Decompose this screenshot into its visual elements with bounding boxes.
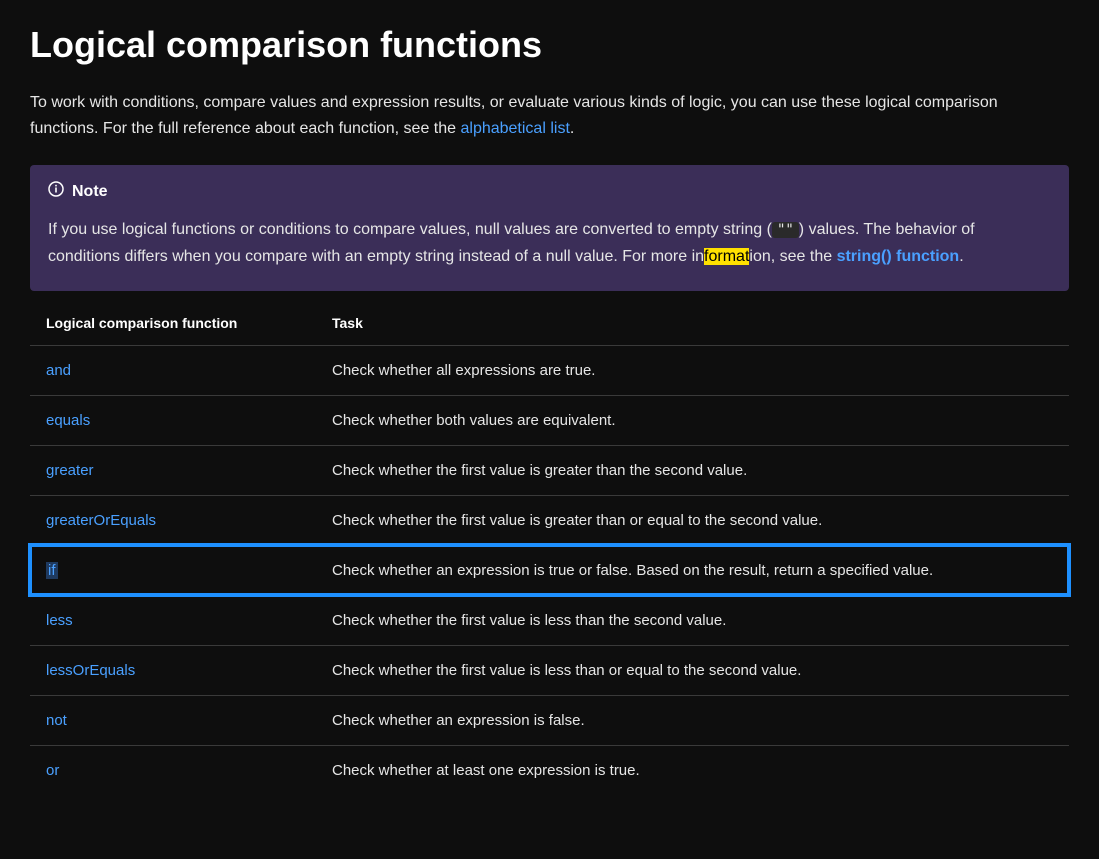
fn-link[interactable]: less [46, 612, 73, 629]
table-row: greaterOrEquals Check whether the first v… [30, 495, 1069, 545]
fn-cell: or [30, 745, 316, 795]
table-row: greater Check whether the first value is … [30, 445, 1069, 495]
table-row: lessOrEquals Check whether the first valu… [30, 645, 1069, 695]
note-body-part1: If you use logical functions or conditio… [48, 221, 772, 238]
fn-cell: if [30, 545, 316, 595]
fn-cell: lessOrEquals [30, 645, 316, 695]
task-cell: Check whether the first value is less th… [316, 595, 1069, 645]
fn-link[interactable]: or [46, 762, 59, 779]
task-cell: Check whether the first value is less th… [316, 645, 1069, 695]
note-body-part4: . [959, 248, 963, 265]
fn-link[interactable]: greater [46, 462, 94, 479]
table-row: and Check whether all expressions are tru… [30, 345, 1069, 395]
note-body-part3: ion, see the [749, 248, 836, 265]
table-row: equals Check whether both values are equi… [30, 395, 1069, 445]
task-cell: Check whether at least one expression is… [316, 745, 1069, 795]
task-cell: Check whether all expressions are true. [316, 345, 1069, 395]
intro-text-after: . [570, 120, 574, 137]
info-icon [48, 181, 72, 202]
note-header: Note [48, 181, 1051, 202]
fn-cell: and [30, 345, 316, 395]
th-function: Logical comparison function [30, 301, 316, 346]
task-cell: Check whether the first value is greater… [316, 495, 1069, 545]
code-chip-empty-string: "" [772, 222, 799, 238]
note-callout: Note If you use logical functions or con… [30, 165, 1069, 290]
th-task: Task [316, 301, 1069, 346]
fn-cell: greaterOrEquals [30, 495, 316, 545]
functions-table: Logical comparison function Task and Chec… [30, 301, 1069, 795]
task-cell: Check whether an expression is false. [316, 695, 1069, 745]
fn-cell: greater [30, 445, 316, 495]
fn-link[interactable]: equals [46, 412, 90, 429]
fn-link[interactable]: not [46, 712, 67, 729]
table-row: or Check whether at least one expression … [30, 745, 1069, 795]
table-row: not Check whether an expression is false. [30, 695, 1069, 745]
alphabetical-list-link[interactable]: alphabetical list [460, 120, 569, 137]
fn-link[interactable]: and [46, 362, 71, 379]
task-cell: Check whether an expression is true or f… [316, 545, 1069, 595]
fn-link[interactable]: lessOrEquals [46, 662, 135, 679]
fn-cell: not [30, 695, 316, 745]
note-body: If you use logical functions or conditio… [48, 216, 1051, 270]
fn-cell: less [30, 595, 316, 645]
task-cell: Check whether the first value is greater… [316, 445, 1069, 495]
fn-link[interactable]: if [46, 562, 58, 579]
task-cell: Check whether both values are equivalent… [316, 395, 1069, 445]
intro-paragraph: To work with conditions, compare values … [30, 90, 1069, 141]
page-title: Logical comparison functions [30, 24, 1069, 66]
note-label: Note [72, 183, 108, 201]
string-function-link[interactable]: string() function [837, 248, 960, 265]
fn-link[interactable]: greaterOrEquals [46, 512, 156, 529]
table-row: if Check whether an expression is true or… [30, 545, 1069, 595]
table-row: less Check whether the first value is les… [30, 595, 1069, 645]
highlighted-text: format [704, 248, 749, 265]
fn-cell: equals [30, 395, 316, 445]
